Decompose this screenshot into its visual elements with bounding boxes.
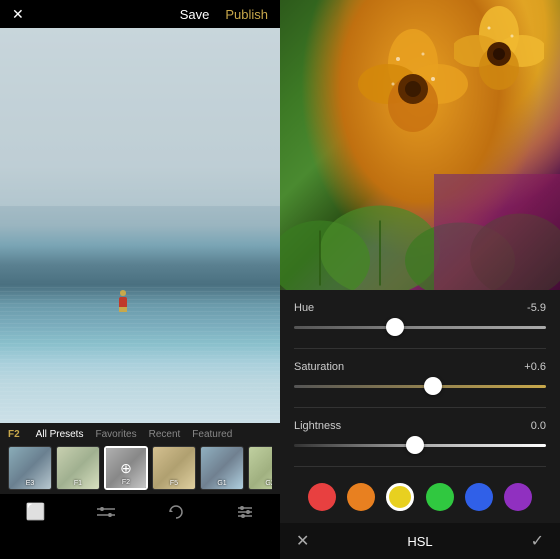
color-red[interactable] (308, 483, 336, 511)
saturation-value: +0.6 (524, 361, 546, 373)
right-bottom-bar: ✕ HSL ✓ (280, 523, 560, 559)
lightness-slider-header: Lightness 0.0 (294, 420, 546, 432)
left-header: ✕ Save Publish (0, 0, 280, 28)
filter-icon[interactable] (236, 503, 254, 521)
color-circles (294, 479, 546, 515)
flower-2 (454, 6, 544, 106)
preset-f2-indicator: F2 (8, 429, 20, 440)
sat-divider (294, 407, 546, 408)
preset-e3[interactable]: E3 (8, 446, 52, 490)
right-image-container (280, 0, 560, 290)
preset-g1[interactable]: G1 (200, 446, 244, 490)
tab-favorites[interactable]: Favorites (95, 429, 136, 440)
preset-f5[interactable]: F5 (152, 446, 196, 490)
fog-overlay (0, 28, 280, 206)
hue-slider-header: Hue -5.9 (294, 302, 546, 314)
saturation-slider-header: Saturation +0.6 (294, 361, 546, 373)
figure-head (120, 290, 126, 295)
color-purple[interactable] (504, 483, 532, 511)
color-blue[interactable] (465, 483, 493, 511)
saturation-slider-thumb[interactable] (424, 377, 442, 395)
presets-scroll: E3 F1 ⊕ F2 F5 G1 (8, 446, 272, 490)
hue-divider (294, 348, 546, 349)
hsl-close-button[interactable]: ✕ (296, 531, 309, 551)
hue-label: Hue (294, 302, 314, 314)
hsl-confirm-button[interactable]: ✓ (531, 531, 544, 551)
preset-f2-label: F2 (106, 479, 146, 486)
saturation-label: Saturation (294, 361, 344, 373)
hue-slider-row: Hue -5.9 (294, 302, 546, 336)
close-button[interactable]: ✕ (12, 6, 24, 23)
save-button[interactable]: Save (180, 7, 210, 22)
hue-slider-bg (294, 326, 546, 329)
light-divider (294, 466, 546, 467)
color-yellow[interactable] (386, 483, 414, 511)
beach-image (0, 28, 280, 423)
hue-slider-thumb[interactable] (386, 318, 404, 336)
lightness-slider-row: Lightness 0.0 (294, 420, 546, 454)
lightness-label: Lightness (294, 420, 341, 432)
main-image-container (0, 28, 280, 423)
lightness-value: 0.0 (531, 420, 546, 432)
preset-g1-label: G1 (201, 480, 243, 487)
saturation-slider-bg (294, 385, 546, 388)
frame-icon[interactable]: ⬜ (26, 502, 46, 522)
figure-body (119, 297, 127, 308)
beach-figure (118, 290, 128, 312)
adjust-icon[interactable] (97, 503, 115, 521)
preset-f5-label: F5 (153, 480, 195, 487)
preset-e3-label: E3 (9, 480, 51, 487)
left-toolbar: ⬜ (0, 494, 280, 530)
preset-g2-label: G2 (249, 480, 272, 487)
tab-recent[interactable]: Recent (149, 429, 181, 440)
presets-bar: F2 All Presets Favorites Recent Featured… (0, 423, 280, 494)
lightness-slider-thumb[interactable] (406, 436, 424, 454)
tab-featured[interactable]: Featured (192, 429, 232, 440)
preset-f1[interactable]: F1 (56, 446, 100, 490)
hsl-title: HSL (407, 534, 432, 549)
saturation-slider-row: Saturation +0.6 (294, 361, 546, 395)
lightness-slider-bg (294, 444, 546, 447)
hue-value: -5.9 (527, 302, 546, 314)
presets-tabs: F2 All Presets Favorites Recent Featured (8, 429, 272, 440)
left-panel: ✕ Save Publish F2 All Presets Favorites … (0, 0, 280, 530)
preset-f1-label: F1 (57, 480, 99, 487)
figure-legs (119, 307, 127, 312)
water-overlay (0, 285, 280, 423)
hsl-controls: Hue -5.9 Saturation +0.6 (280, 290, 560, 523)
tab-all-presets[interactable]: All Presets (36, 429, 84, 440)
lightness-slider-track[interactable] (294, 436, 546, 454)
preset-g2[interactable]: G2 (248, 446, 272, 490)
preset-f2[interactable]: ⊕ F2 (104, 446, 148, 490)
bg-dark (434, 174, 560, 290)
publish-button[interactable]: Publish (225, 7, 268, 22)
saturation-slider-track[interactable] (294, 377, 546, 395)
color-green[interactable] (426, 483, 454, 511)
rotate-icon[interactable] (167, 503, 185, 521)
hue-slider-track[interactable] (294, 318, 546, 336)
header-actions: Save Publish (180, 7, 268, 22)
flowers-image (280, 0, 560, 290)
right-panel: Hue -5.9 Saturation +0.6 (280, 0, 560, 530)
color-orange[interactable] (347, 483, 375, 511)
